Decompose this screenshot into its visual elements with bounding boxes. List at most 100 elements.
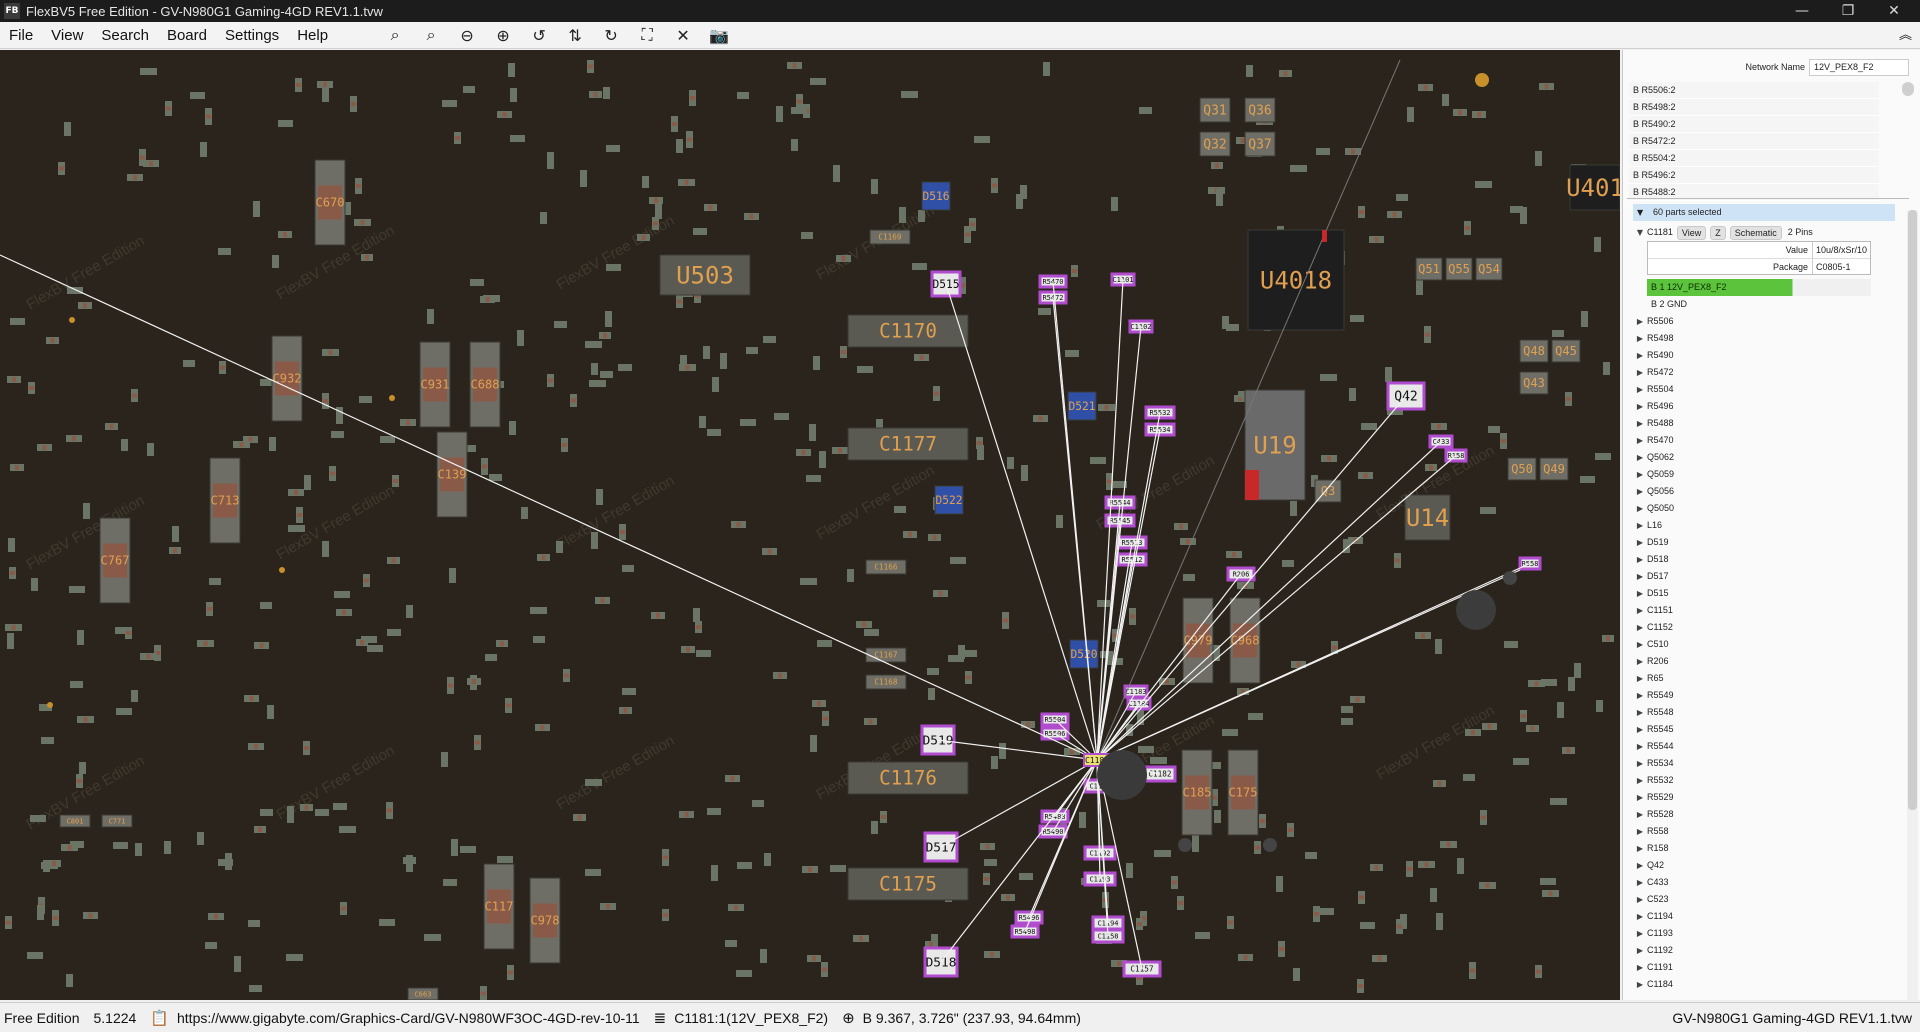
- board-pad[interactable]: [1385, 367, 1392, 382]
- board-pad[interactable]: [540, 212, 547, 224]
- board-pad[interactable]: [962, 650, 977, 657]
- board-pad[interactable]: [1475, 181, 1492, 188]
- board-pad[interactable]: [83, 503, 90, 519]
- board-pad[interactable]: [1580, 476, 1595, 483]
- board-pad[interactable]: [918, 210, 925, 222]
- net-pin-row[interactable]: B R5490:2: [1629, 116, 1879, 133]
- board-pad[interactable]: [31, 578, 38, 591]
- expand-arrow-icon[interactable]: ▶: [1633, 840, 1647, 857]
- board-pad[interactable]: [497, 856, 513, 863]
- tree-item[interactable]: ▶ Q42: [1633, 857, 1895, 874]
- scrollbar-thumb[interactable]: [1908, 210, 1917, 810]
- board-pad[interactable]: [225, 853, 232, 870]
- menu-board[interactable]: Board: [158, 22, 216, 49]
- board-pad[interactable]: [1111, 197, 1118, 211]
- board-pad[interactable]: [510, 135, 525, 142]
- tree-item[interactable]: ▶ R5534: [1633, 755, 1895, 772]
- board-pad[interactable]: [711, 865, 718, 881]
- board-pad[interactable]: [1097, 600, 1110, 607]
- board-pad[interactable]: [676, 139, 683, 153]
- expand-arrow-icon[interactable]: ▶: [1633, 415, 1647, 432]
- board-pad[interactable]: [1320, 374, 1337, 381]
- board-pad[interactable]: [463, 86, 475, 93]
- board-pad[interactable]: [1038, 308, 1051, 315]
- board-pad[interactable]: [1341, 706, 1353, 713]
- board-pad[interactable]: [1126, 863, 1133, 878]
- board-pad[interactable]: [699, 416, 706, 428]
- board-pad[interactable]: [1463, 774, 1475, 781]
- board-pad[interactable]: [1293, 968, 1300, 981]
- board-pad[interactable]: [1214, 810, 1221, 823]
- board-pad[interactable]: [508, 63, 515, 77]
- board-pad[interactable]: [359, 396, 372, 403]
- board-pad[interactable]: [218, 248, 231, 255]
- net-pin-row[interactable]: B R5506:2: [1629, 82, 1879, 99]
- board-pad[interactable]: [521, 507, 528, 519]
- board-pad[interactable]: [1318, 908, 1334, 915]
- board-pad[interactable]: [1535, 151, 1542, 166]
- tree-item[interactable]: ▶ R5544: [1633, 738, 1895, 755]
- board-pad[interactable]: [622, 565, 634, 572]
- board-pad[interactable]: [116, 708, 132, 715]
- board-pad[interactable]: [121, 439, 128, 451]
- board-pad[interactable]: [1396, 194, 1408, 201]
- board-pad[interactable]: [209, 578, 221, 585]
- board-pad[interactable]: [580, 170, 587, 187]
- board-pad[interactable]: [64, 122, 71, 136]
- zoom-out-icon[interactable]: ⊖: [449, 22, 485, 49]
- board-pad[interactable]: [1139, 107, 1152, 114]
- board-pad[interactable]: [333, 803, 347, 810]
- expand-arrow-icon[interactable]: ▶: [1633, 653, 1647, 670]
- tree-item[interactable]: ▶ R5528: [1633, 806, 1895, 823]
- board-pad[interactable]: [379, 919, 395, 926]
- board-pad[interactable]: [288, 525, 305, 532]
- zoom-plus-icon[interactable]: ⊕: [485, 22, 521, 49]
- board-pad[interactable]: [451, 839, 458, 856]
- board-pad[interactable]: [847, 569, 854, 582]
- board-pad[interactable]: [899, 207, 906, 223]
- board-pad[interactable]: [424, 934, 441, 941]
- board-pad[interactable]: [1430, 888, 1437, 902]
- tree-item[interactable]: ▶ R5488: [1633, 415, 1895, 432]
- zoom-in-icon[interactable]: ⌕: [413, 22, 449, 49]
- board-pad[interactable]: [1596, 700, 1603, 712]
- board-pad[interactable]: [69, 586, 85, 593]
- expand-arrow-icon[interactable]: ▶: [1633, 313, 1647, 330]
- board-pad[interactable]: [79, 762, 86, 774]
- board-pad[interactable]: [901, 91, 918, 98]
- expand-arrow-icon[interactable]: ▶: [1633, 364, 1647, 381]
- expand-arrow-icon[interactable]: ▶: [1633, 619, 1647, 636]
- expand-arrow-icon[interactable]: ▶: [1633, 755, 1647, 772]
- board-pad[interactable]: [810, 735, 817, 752]
- board-pad[interactable]: [1007, 457, 1014, 469]
- board-pad[interactable]: [1457, 858, 1464, 874]
- expand-arrow-icon[interactable]: ▶: [1633, 347, 1647, 364]
- board-pad[interactable]: [1090, 457, 1106, 464]
- board-pad[interactable]: [1504, 641, 1518, 648]
- board-pad[interactable]: [801, 232, 813, 239]
- board-pad[interactable]: [1316, 148, 1330, 155]
- board-pad[interactable]: [510, 88, 517, 102]
- expand-arrow-icon[interactable]: ▶: [1633, 381, 1647, 398]
- maximize-icon[interactable]: ❐: [1826, 0, 1870, 22]
- board-pad[interactable]: [871, 821, 878, 834]
- close-icon[interactable]: ✕: [665, 22, 701, 49]
- board-pad[interactable]: [260, 809, 273, 816]
- tree-item[interactable]: ▶ D515: [1633, 585, 1895, 602]
- board-pad[interactable]: [725, 940, 737, 947]
- board-pad[interactable]: [1079, 812, 1086, 828]
- board-pad[interactable]: [712, 377, 719, 392]
- board-pad[interactable]: [1360, 922, 1375, 929]
- board-pad[interactable]: [1594, 237, 1601, 252]
- board-pad[interactable]: [655, 202, 662, 219]
- board-pad[interactable]: [1541, 679, 1557, 686]
- expand-arrow-icon[interactable]: ▶: [1633, 670, 1647, 687]
- board-pad[interactable]: [1290, 165, 1307, 172]
- board-pad[interactable]: [791, 139, 798, 151]
- board-pad[interactable]: [183, 360, 195, 367]
- board-pad[interactable]: [1349, 388, 1356, 401]
- tree-item[interactable]: ▶ C1151: [1633, 602, 1895, 619]
- board-pad[interactable]: [1183, 574, 1195, 581]
- expand-arrow-icon[interactable]: ▶: [1633, 534, 1647, 551]
- parts-tree-scrollbar[interactable]: [1907, 210, 1918, 1000]
